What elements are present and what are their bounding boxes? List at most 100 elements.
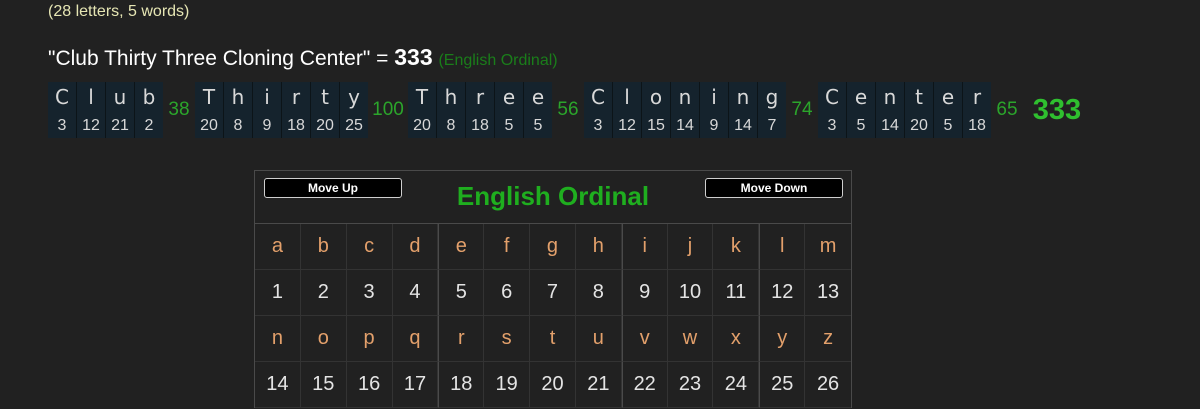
letter-value: 5 [943, 117, 953, 134]
cipher-letter-cell: d [392, 224, 439, 270]
cipher-value-cell: 6 [484, 270, 531, 316]
letter-value: 9 [709, 117, 719, 134]
cipher-letter-cell: f [484, 224, 531, 270]
letter-tile: l 12 [77, 82, 106, 138]
cipher-letter-cell: a [255, 224, 301, 270]
letter-char: i [264, 85, 270, 109]
cipher-value-cell: 26 [805, 362, 851, 408]
cipher-value-cell: 15 [300, 362, 347, 408]
phrase-total: 333 [394, 44, 433, 70]
letter-char: g [765, 85, 779, 109]
cipher-letter-cell: j [667, 224, 714, 270]
letter-char: l [624, 85, 630, 109]
word-group: C 3 l 12 u 21 b 2 [48, 82, 163, 138]
letter-value: 25 [345, 117, 363, 134]
cipher-letter-cell: e [438, 224, 485, 270]
word-group: C 3 e 5 n 14 t 20 e 5 r 18 [818, 82, 991, 138]
move-down-button[interactable]: Move Down [705, 178, 843, 198]
letter-char: T [202, 85, 216, 109]
letter-value: 3 [57, 117, 67, 134]
word-sum: 100 [372, 99, 404, 120]
cipher-value-cell: 8 [575, 270, 622, 316]
letter-char: r [972, 85, 982, 109]
letter-char: b [142, 85, 156, 109]
cipher-letter-cell: b [300, 224, 347, 270]
letter-value: 3 [827, 117, 837, 134]
letter-tile: T 20 [408, 82, 437, 138]
cipher-letter-cell: y [759, 316, 806, 362]
cipher-value-cell: 11 [713, 270, 760, 316]
cipher-letter-cell: z [805, 316, 851, 362]
letter-tile: l 12 [613, 82, 642, 138]
cipher-value-cell: 18 [438, 362, 485, 408]
letter-tile: i9 [253, 82, 282, 138]
letter-value: 18 [287, 117, 305, 134]
letter-char: n [883, 85, 897, 109]
letter-tile: r 18 [282, 82, 311, 138]
letter-char: e [854, 85, 868, 109]
cipher-value-cell: 5 [438, 270, 485, 316]
cipher-value-cell: 17 [392, 362, 439, 408]
letter-value: 5 [533, 117, 543, 134]
letter-tile: h8 [224, 82, 253, 138]
letter-tile: t 20 [311, 82, 340, 138]
cipher-value-cell: 20 [530, 362, 576, 408]
letter-tile: n 14 [671, 82, 700, 138]
cipher-letter-cell: n [255, 316, 301, 362]
phrase-cipher-name: (English Ordinal) [438, 52, 558, 69]
phrase-summary: (28 letters, 5 words) [48, 3, 190, 20]
letter-char: h [231, 85, 245, 109]
letter-tile: r 18 [963, 82, 991, 138]
letter-tile: g7 [758, 82, 786, 138]
cipher-letter-cell: v [621, 316, 668, 362]
word-sum: 74 [791, 99, 813, 120]
cipher-panel: Move Up English Ordinal Move Down abcdef… [254, 170, 852, 408]
cipher-value-cell: 7 [530, 270, 576, 316]
equals-sign: = [376, 47, 389, 70]
cipher-value-cell: 1 [255, 270, 301, 316]
cipher-grid: a b c d e f g h i j k l m 1 2 3 4 5 6 7 8 9 10 11 12 13 n o p q r s t u v w… [255, 224, 851, 408]
letter-value: 14 [734, 117, 752, 134]
letter-char: e [531, 85, 545, 109]
cipher-value-cell: 14 [255, 362, 301, 408]
cipher-value-cell: 16 [346, 362, 393, 408]
letter-value: 15 [647, 117, 665, 134]
word-sum: 56 [557, 99, 579, 120]
letter-value: 5 [504, 117, 514, 134]
letter-tile: u 21 [106, 82, 135, 138]
letter-value: 20 [316, 117, 334, 134]
cipher-value-cell: 10 [667, 270, 714, 316]
letter-value: 20 [910, 117, 928, 134]
letter-value: 9 [262, 117, 272, 134]
word-group: T 20 h 8 i 9 r 18 t 20 y 25 [195, 82, 368, 138]
word-sum: 38 [168, 99, 190, 120]
letter-tile: e5 [524, 82, 552, 138]
letter-char: n [736, 85, 750, 109]
letter-char: i [711, 85, 717, 109]
grand-total: 333 [1032, 93, 1082, 126]
cipher-letter-cell: h [575, 224, 622, 270]
letter-char: C [825, 85, 839, 109]
letter-value: 14 [881, 117, 899, 134]
letter-breakdown: C 3 l 12 u 21 b 2 38 T 20 h 8 i 9 r 18 t 20 y 25 100 T 20 h 8 r 18 e… [48, 82, 1091, 138]
letter-value: 7 [767, 117, 777, 134]
letter-char: t [915, 85, 923, 109]
cipher-letter-cell: m [805, 224, 851, 270]
letter-tile: e5 [847, 82, 876, 138]
cipher-value-cell: 25 [759, 362, 806, 408]
cipher-value-cell: 12 [759, 270, 806, 316]
cipher-letter-cell: i [621, 224, 668, 270]
letter-tile: e5 [495, 82, 524, 138]
cipher-letter-cell: u [575, 316, 622, 362]
letter-value: 21 [111, 117, 129, 134]
cipher-value-cell: 22 [621, 362, 668, 408]
letter-value: 12 [618, 117, 636, 134]
letter-char: r [291, 85, 301, 109]
cipher-letter-cell: p [346, 316, 393, 362]
letter-value: 20 [413, 117, 431, 134]
letter-char: o [649, 85, 663, 109]
cipher-value-cell: 24 [713, 362, 760, 408]
letter-value: 12 [82, 117, 100, 134]
cipher-letter-cell: s [484, 316, 531, 362]
cipher-value-cell: 2 [300, 270, 347, 316]
